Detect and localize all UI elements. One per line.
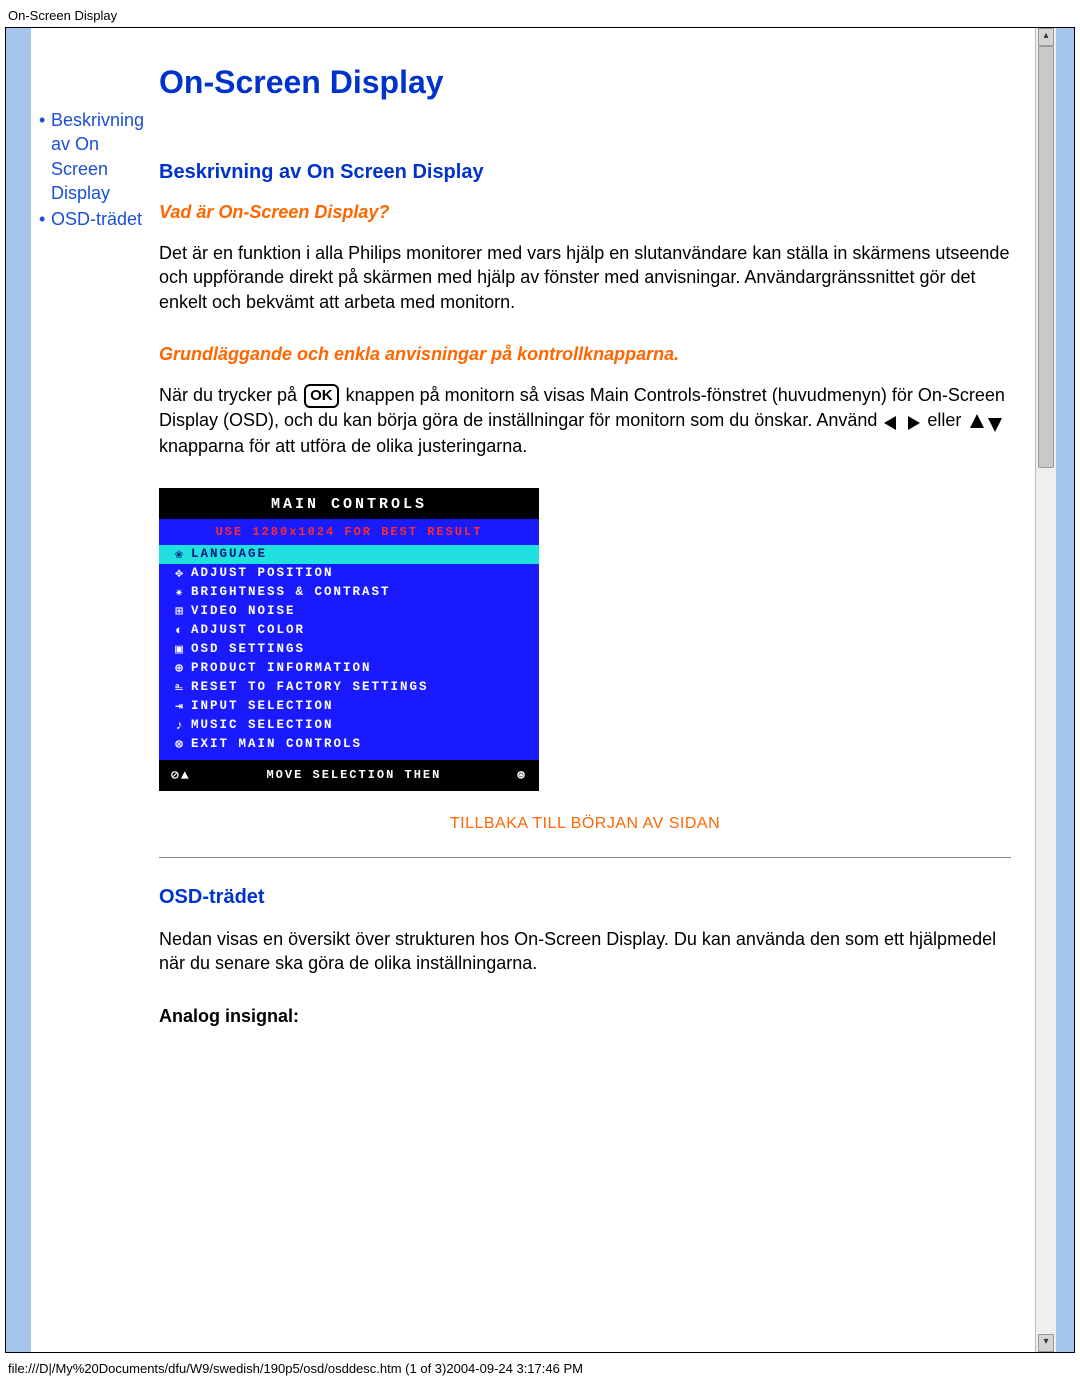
globe-icon: ❀ [169,547,191,562]
osd-menu-item[interactable]: ⊕PRODUCT INFORMATION [159,659,539,678]
bullet-icon: • [39,207,51,231]
vertical-scrollbar[interactable]: ▴ ▾ [1035,28,1056,1352]
osd-footer-left-icons: ⊘▲ [171,768,191,783]
content-area: • Beskrivning av On Screen Display • OSD… [31,28,1035,1352]
osd-menu-item-label: EXIT MAIN CONTROLS [191,737,362,751]
analog-signal-heading: Analog insignal: [159,1006,1011,1027]
osd-menu-item-label: VIDEO NOISE [191,604,296,618]
osd-menu-item[interactable]: ♪MUSIC SELECTION [159,716,539,735]
position-icon: ✥ [169,566,191,581]
up-down-arrows-icon [968,409,1004,433]
noise-icon: ⊞ [169,604,191,619]
osd-menu-item-label: BRIGHTNESS & CONTRAST [191,585,391,599]
osd-panel-title: MAIN CONTROLS [159,488,539,519]
exit-icon: ⊗ [169,737,191,752]
sidebar-item-osd-tree[interactable]: • OSD-trädet [39,207,159,231]
osd-menu-item-label: ADJUST COLOR [191,623,305,637]
input-icon: ⇥ [169,699,191,714]
music-icon: ♪ [169,718,191,733]
page-title: On-Screen Display [159,64,1011,101]
osd-menu-item[interactable]: ⇥INPUT SELECTION [159,697,539,716]
osd-main-controls-panel: MAIN CONTROLS USE 1280x1024 FOR BEST RES… [159,488,539,791]
bullet-icon: • [39,108,51,205]
osd-menu-item[interactable]: ⊗EXIT MAIN CONTROLS [159,735,539,754]
paragraph-osd-tree: Nedan visas en översikt över strukturen … [159,927,1011,976]
osd-menu-item-label: OSD SETTINGS [191,642,305,656]
factory-icon: ⎁ [169,680,191,695]
osd-menu-item-label: ADJUST POSITION [191,566,334,580]
osd-menu-item-label: RESET TO FACTORY SETTINGS [191,680,429,694]
page-footer-path: file:///D|/My%20Documents/dfu/W9/swedish… [0,1353,1080,1384]
osd-resolution-warning: USE 1280x1024 FOR BEST RESULT [159,521,539,545]
osd-menu-item[interactable]: ✷BRIGHTNESS & CONTRAST [159,583,539,602]
osd-footer-text: MOVE SELECTION THEN [266,768,441,782]
section-heading-osd-tree: OSD-trädet [159,886,1011,909]
info-icon: ⊕ [169,661,191,676]
osd-panel-footer: ⊘▲ MOVE SELECTION THEN ⊛ [159,760,539,791]
color-icon: ◐ [169,623,191,638]
page-header-path: On-Screen Display [0,0,1080,27]
scroll-up-arrow-icon[interactable]: ▴ [1038,28,1054,46]
osd-panel-body: USE 1280x1024 FOR BEST RESULT ❀LANGUAGE✥… [159,519,539,760]
osd-menu-item[interactable]: ⊞VIDEO NOISE [159,602,539,621]
scroll-down-arrow-icon[interactable]: ▾ [1038,1334,1054,1352]
osd-menu-item[interactable]: ◐ADJUST COLOR [159,621,539,640]
paragraph-instructions: När du trycker på OK knappen på monitorn… [159,383,1011,458]
sidebar-link-label: Beskrivning av On Screen Display [51,108,159,205]
text-segment: knapparna för att utföra de olika juster… [159,436,527,456]
text-segment: När du trycker på [159,385,302,405]
subheading-basic-instructions: Grundläggande och enkla anvisningar på k… [159,344,1011,365]
document-frame: • Beskrivning av On Screen Display • OSD… [5,27,1075,1353]
right-decorative-strip [1056,28,1074,1352]
ok-button-icon: OK [304,384,339,408]
osd-menu-item-label: MUSIC SELECTION [191,718,334,732]
left-right-arrows-icon [884,409,920,433]
paragraph-intro: Det är en funktion i alla Philips monito… [159,241,1011,314]
osd-footer-right-icon: ⊛ [517,768,527,783]
main-content: On-Screen Display Beskrivning av On Scre… [159,28,1035,1352]
scrollbar-thumb[interactable] [1038,46,1054,468]
back-to-top-link[interactable]: TILLBAKA TILL BÖRJAN AV SIDAN [159,815,1011,833]
sidebar-link-label: OSD-trädet [51,207,142,231]
osd-menu-item[interactable]: ⎁RESET TO FACTORY SETTINGS [159,678,539,697]
osd-settings-icon: ▣ [169,642,191,657]
osd-menu-item[interactable]: ▣OSD SETTINGS [159,640,539,659]
section-divider [159,857,1011,858]
osd-menu-item-label: INPUT SELECTION [191,699,334,713]
osd-menu-item[interactable]: ✥ADJUST POSITION [159,564,539,583]
osd-menu-item-label: LANGUAGE [191,547,267,561]
brightness-icon: ✷ [169,585,191,600]
left-decorative-strip [6,28,31,1352]
sidebar-nav: • Beskrivning av On Screen Display • OSD… [31,28,159,1352]
text-segment: eller [927,410,966,430]
subheading-what-is-osd: Vad är On-Screen Display? [159,202,1011,223]
osd-menu-item-label: PRODUCT INFORMATION [191,661,372,675]
section-heading-description: Beskrivning av On Screen Display [159,161,1011,184]
sidebar-item-description[interactable]: • Beskrivning av On Screen Display [39,108,159,205]
osd-menu-item[interactable]: ❀LANGUAGE [159,545,539,564]
